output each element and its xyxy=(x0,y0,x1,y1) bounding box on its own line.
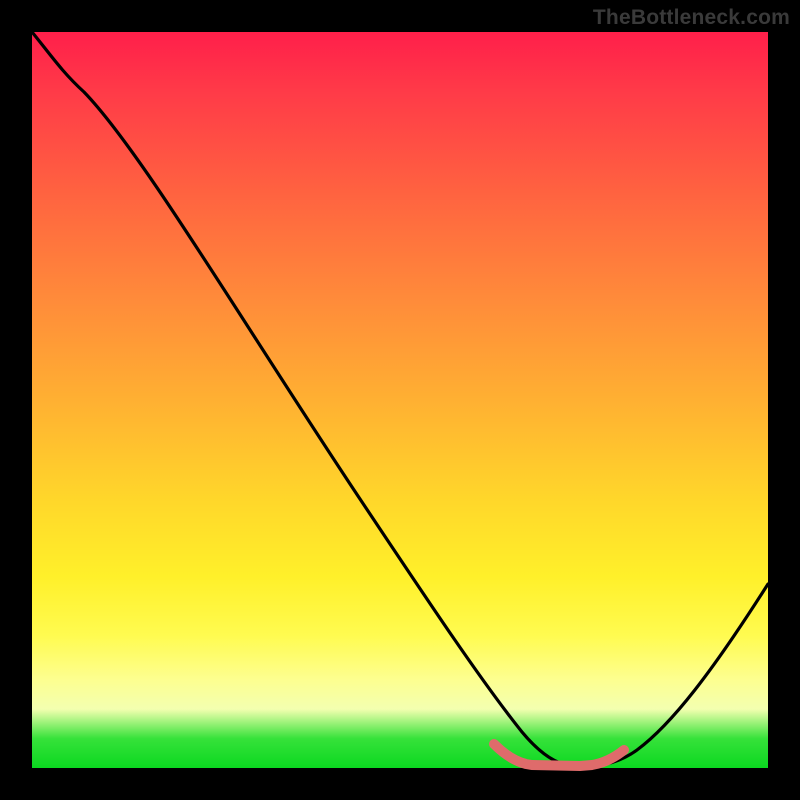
bottleneck-curve xyxy=(32,32,768,766)
watermark-text: TheBottleneck.com xyxy=(593,6,790,30)
plot-area xyxy=(32,32,768,768)
optimal-range-marker xyxy=(494,744,624,766)
chart-frame: TheBottleneck.com xyxy=(0,0,800,800)
curve-layer xyxy=(32,32,768,768)
